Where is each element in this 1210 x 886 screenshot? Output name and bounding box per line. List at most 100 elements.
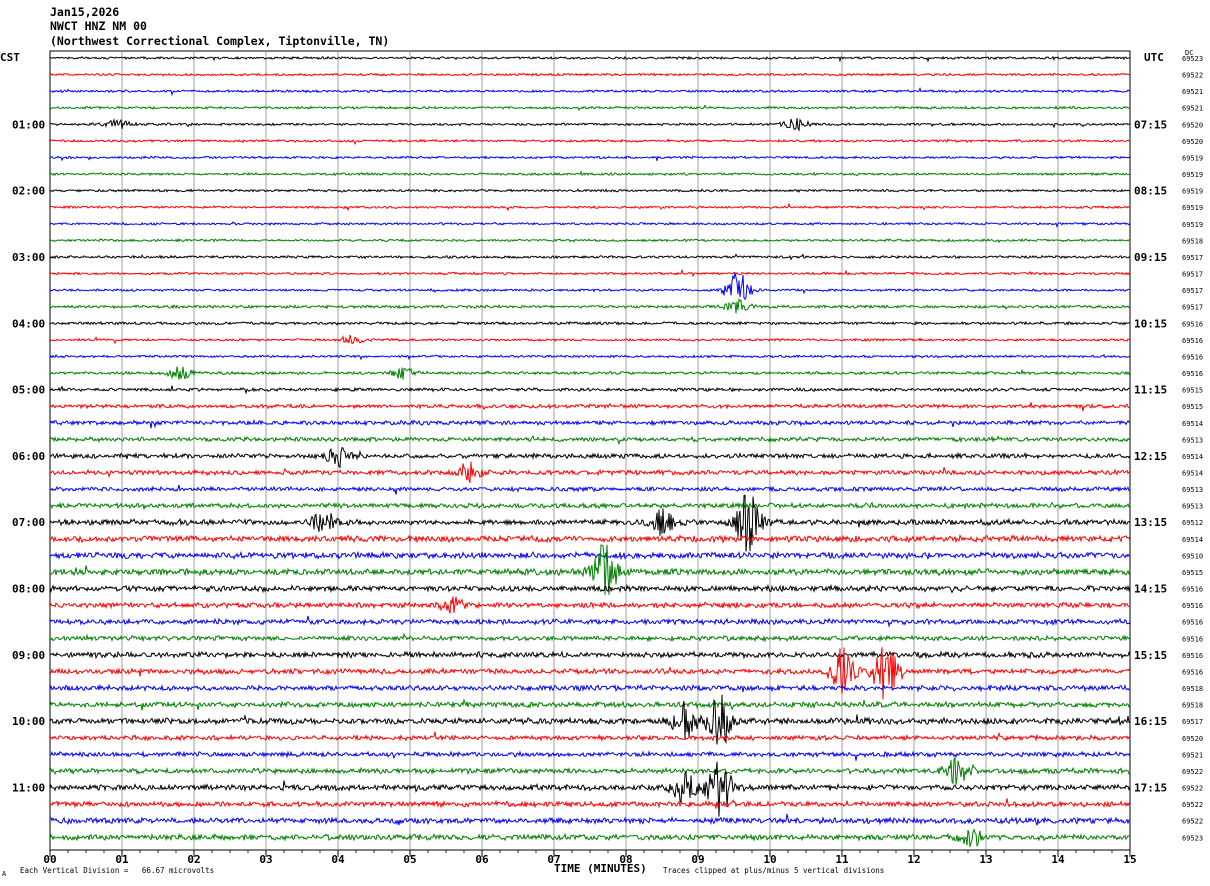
seismic-trace <box>49 550 1131 561</box>
seismic-trace <box>49 238 1131 244</box>
seismic-trace <box>49 117 1131 132</box>
dc-offset-label: 69520 <box>1182 138 1203 146</box>
logo-mark: A <box>2 870 7 878</box>
left-hour-label: 06:00 <box>12 450 45 463</box>
seismic-trace <box>49 798 1131 809</box>
seismic-trace <box>49 202 1131 212</box>
dc-offset-label: 69523 <box>1182 834 1203 842</box>
left-hour-label: 07:00 <box>12 516 45 529</box>
seismic-trace <box>49 138 1131 146</box>
x-tick-label: 14 <box>1051 853 1065 866</box>
seismic-trace <box>49 683 1131 693</box>
seismic-trace <box>50 86 1131 97</box>
dc-offset-label: 69522 <box>1182 818 1203 826</box>
dc-offset-label: 69517 <box>1182 304 1203 312</box>
dc-offset-label: 69517 <box>1182 254 1203 262</box>
seismic-trace <box>49 272 1131 301</box>
dc-offset-label: 69514 <box>1182 470 1203 478</box>
dc-offset-label: 69516 <box>1182 652 1203 660</box>
dc-offset-label: 69516 <box>1182 353 1203 361</box>
dc-offset-label: 69519 <box>1182 188 1203 196</box>
x-axis-label: TIME (MINUTES) <box>554 862 647 875</box>
left-hour-label: 01:00 <box>12 118 45 131</box>
dc-offset-label: 69523 <box>1182 55 1203 63</box>
dc-offset-label: 69519 <box>1182 171 1203 179</box>
dc-offset-label: 69518 <box>1182 685 1203 693</box>
scale-note: Each Vertical Division = 66.67 microvolt… <box>20 866 215 875</box>
seismic-trace <box>49 268 1131 278</box>
seismic-trace <box>49 402 1131 412</box>
seismic-trace <box>49 484 1131 495</box>
dc-offset-label: 69515 <box>1182 403 1203 411</box>
x-tick-label: 02 <box>187 853 200 866</box>
x-tick-label: 11 <box>835 853 849 866</box>
dc-offset-label: 69522 <box>1182 785 1203 793</box>
dc-offset-label: 69519 <box>1182 204 1203 212</box>
right-hour-label: 07:15 <box>1134 118 1167 131</box>
dc-offset-label: 69516 <box>1182 602 1203 610</box>
dc-offset-label: 69521 <box>1182 88 1203 96</box>
dc-offset-label: 69521 <box>1182 751 1203 759</box>
right-hour-label: 10:15 <box>1134 317 1167 330</box>
dc-offset-label: 69510 <box>1182 552 1203 560</box>
clip-note: Traces clipped at plus/minus 5 vertical … <box>663 866 885 875</box>
dc-offset-label: 69522 <box>1182 801 1203 809</box>
seismic-trace <box>49 583 1131 594</box>
dc-offset-label: 69513 <box>1182 503 1203 511</box>
dc-offset-label: 69516 <box>1182 586 1203 594</box>
left-hour-label: 09:00 <box>12 649 45 662</box>
dc-offset-label: 69513 <box>1182 436 1203 444</box>
x-tick-label: 04 <box>331 853 345 866</box>
right-hour-label: 11:15 <box>1134 384 1167 397</box>
seismic-trace <box>49 632 1131 643</box>
right-hour-label: 13:15 <box>1134 516 1167 529</box>
dc-offset-label: 69516 <box>1182 337 1203 345</box>
right-hour-label: 14:15 <box>1134 583 1167 596</box>
seismic-trace <box>49 366 1131 380</box>
seismic-trace <box>49 533 1131 544</box>
right-hour-label: 15:15 <box>1134 649 1167 662</box>
x-tick-label: 00 <box>43 853 56 866</box>
dc-offset-label: 69512 <box>1182 519 1203 527</box>
seismic-trace <box>49 650 1131 660</box>
seismic-trace <box>49 221 1131 229</box>
plot-frame <box>49 50 1131 851</box>
seismic-trace <box>49 353 1131 361</box>
left-hour-label: 04:00 <box>12 317 45 330</box>
seismic-trace <box>49 828 1131 848</box>
seismic-trace <box>49 615 1131 628</box>
dc-offset-label: 69516 <box>1182 370 1203 378</box>
seismic-trace <box>49 813 1131 826</box>
dc-offset-label: 69517 <box>1182 271 1203 279</box>
x-tick-label: 13 <box>979 853 992 866</box>
seismic-trace <box>49 501 1131 510</box>
seismic-trace <box>49 320 1131 326</box>
seismic-trace <box>49 253 1131 261</box>
seismic-trace <box>49 104 1131 112</box>
seismic-trace <box>49 596 1131 614</box>
seismic-trace <box>49 72 1131 77</box>
seismic-trace <box>49 385 1131 395</box>
dc-offset-label: 69518 <box>1182 237 1203 245</box>
left-hour-label: 05:00 <box>12 384 45 397</box>
x-tick-label: 10 <box>763 853 776 866</box>
dc-offset-label: 69514 <box>1182 453 1203 461</box>
seismic-trace <box>49 170 1131 177</box>
seismic-trace <box>49 698 1131 711</box>
x-tick-label: 03 <box>259 853 272 866</box>
dc-offset-label: 69515 <box>1182 569 1203 577</box>
dc-offset-label: 69513 <box>1182 486 1203 494</box>
left-hour-label: 03:00 <box>12 251 45 264</box>
x-tick-label: 06 <box>475 853 489 866</box>
dc-offset-label: 69518 <box>1182 702 1203 710</box>
dc-offset-label: 69516 <box>1182 619 1203 627</box>
right-hour-label: 16:15 <box>1134 715 1167 728</box>
dc-offset-label: 69519 <box>1182 154 1203 162</box>
seismic-trace <box>49 55 1131 63</box>
right-hour-label: 09:15 <box>1134 251 1167 264</box>
dc-offset-label: 69522 <box>1182 768 1203 776</box>
seismic-trace <box>49 755 1131 786</box>
seismic-trace <box>49 750 1131 761</box>
helicorder-plot: 00 01 02 03 04 05 06 07 08 09 10 11 12 13 14 1501:0002:… <box>12 50 1203 866</box>
dc-offset-label: 69516 <box>1182 635 1203 643</box>
